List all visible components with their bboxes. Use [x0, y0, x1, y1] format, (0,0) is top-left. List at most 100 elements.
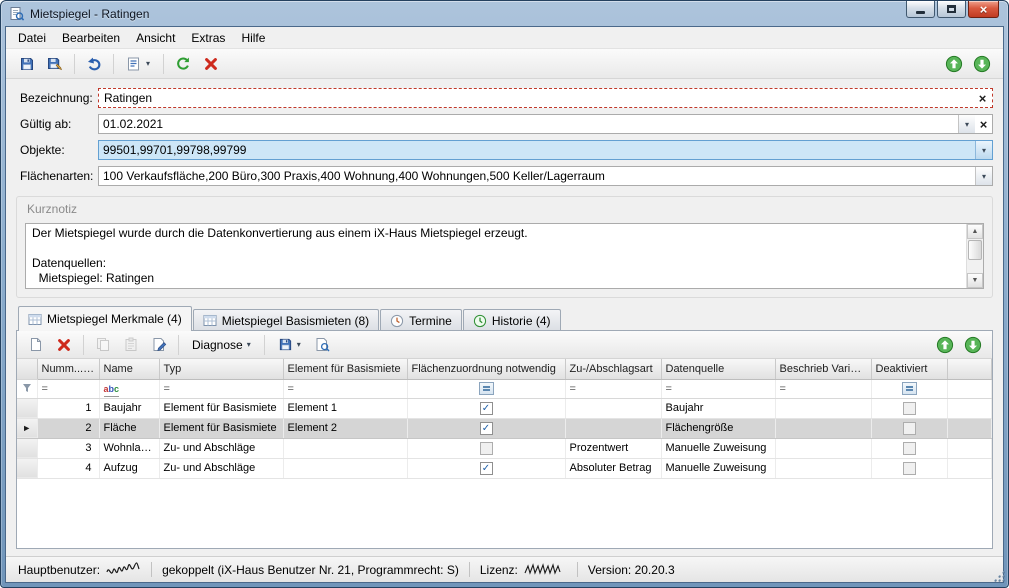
grid-cell[interactable]: Baujahr [99, 398, 159, 418]
filter-cell[interactable]: = [661, 379, 775, 398]
grid-cell[interactable]: 4 [37, 458, 99, 478]
flaechenarten-input[interactable] [99, 167, 975, 185]
grid-cell[interactable]: Manuelle Zuweisung [661, 438, 775, 458]
table-row[interactable]: 4AufzugZu- und Abschläge ✓ Absoluter Betra… [17, 458, 992, 478]
grid-cell[interactable] [283, 438, 407, 458]
filter-cell[interactable]: = [37, 379, 99, 398]
tab-historie[interactable]: Historie (4) [463, 309, 561, 331]
grid-cell[interactable] [775, 418, 871, 438]
menu-hilfe[interactable]: Hilfe [233, 28, 273, 48]
table-row[interactable]: 1BaujahrElement für BasismieteElement 1✓… [17, 398, 992, 418]
grid-cell[interactable]: ✓ [407, 398, 565, 418]
grid-cell[interactable]: Wohnlage1 [99, 438, 159, 458]
filter-cell[interactable] [407, 379, 565, 398]
column-header[interactable]: Beschrieb Variable [775, 359, 871, 379]
column-header[interactable]: Typ [159, 359, 283, 379]
grid-cell[interactable]: Aufzug [99, 458, 159, 478]
delete-record-button[interactable] [51, 333, 77, 357]
table-row[interactable]: ►2FlächeElement für BasismieteElement 2✓… [17, 418, 992, 438]
grid-cell[interactable] [775, 398, 871, 418]
diagnose-button[interactable]: Diagnose ▾ [185, 333, 258, 357]
delete-button[interactable] [198, 52, 224, 76]
tab-mietspiegel-basismieten[interactable]: Mietspiegel Basismieten (8) [193, 309, 379, 331]
nav-next-button[interactable] [969, 52, 995, 76]
grid-nav-previous-button[interactable] [932, 333, 958, 357]
refresh-button[interactable] [170, 52, 196, 76]
column-header[interactable]: Datenquelle [661, 359, 775, 379]
grid-cell[interactable]: Absoluter Betrag [565, 458, 661, 478]
grid-cell[interactable]: Element für Basismiete [159, 398, 283, 418]
dropdown-arrow-icon[interactable]: ▾ [975, 167, 992, 185]
grid-cell[interactable]: 1 [37, 398, 99, 418]
grid-cell[interactable]: 3 [37, 438, 99, 458]
checkbox[interactable]: ✓ [480, 462, 493, 475]
preview-button[interactable] [310, 333, 336, 357]
grid-cell[interactable]: Zu- und Abschläge [159, 458, 283, 478]
nav-previous-button[interactable] [941, 52, 967, 76]
grid-cell[interactable]: Prozentwert [565, 438, 661, 458]
filter-cell[interactable] [871, 379, 947, 398]
grid-cell[interactable] [871, 438, 947, 458]
grid-cell[interactable] [283, 458, 407, 478]
gueltig-ab-input[interactable] [99, 115, 958, 133]
minimize-button[interactable] [906, 1, 935, 18]
grid-cell[interactable]: Manuelle Zuweisung [661, 458, 775, 478]
grid-cell[interactable]: Baujahr [661, 398, 775, 418]
dropdown-arrow-icon[interactable]: ▾ [975, 141, 992, 159]
filter-cell[interactable]: abc [99, 379, 159, 398]
checkbox[interactable] [903, 462, 916, 475]
grid-cell[interactable] [407, 438, 565, 458]
bezeichnung-input[interactable] [100, 90, 974, 106]
menu-datei[interactable]: Datei [10, 28, 54, 48]
grid-cell[interactable]: Element 2 [283, 418, 407, 438]
scrollbar-thumb[interactable] [968, 240, 982, 260]
copy-button[interactable] [90, 333, 116, 357]
clear-icon[interactable]: × [975, 115, 992, 133]
objekte-input[interactable] [99, 141, 975, 159]
grid-cell[interactable] [871, 418, 947, 438]
grid-cell[interactable] [871, 398, 947, 418]
grid-cell[interactable] [871, 458, 947, 478]
checkbox[interactable]: ✓ [480, 422, 493, 435]
close-button[interactable]: × [968, 1, 999, 18]
grid-cell[interactable] [565, 418, 661, 438]
menu-bearbeiten[interactable]: Bearbeiten [54, 28, 128, 48]
checkbox[interactable] [903, 402, 916, 415]
grid-cell[interactable]: 2 [37, 418, 99, 438]
column-header[interactable]: Deaktiviert [871, 359, 947, 379]
grid-cell[interactable]: Zu- und Abschläge [159, 438, 283, 458]
tab-mietspiegel-merkmale[interactable]: Mietspiegel Merkmale (4) [18, 306, 192, 331]
save-button[interactable] [14, 52, 40, 76]
dropdown-arrow-icon[interactable]: ▾ [958, 115, 975, 133]
menu-ansicht[interactable]: Ansicht [128, 28, 183, 48]
grid-cell[interactable] [775, 458, 871, 478]
grid-cell[interactable]: Fläche [99, 418, 159, 438]
paste-button[interactable] [118, 333, 144, 357]
scroll-down-icon[interactable]: ▼ [967, 273, 983, 288]
checkbox[interactable] [903, 422, 916, 435]
scrollbar-track[interactable] [967, 239, 983, 273]
scrollbar[interactable]: ▲ ▼ [966, 224, 983, 288]
undo-button[interactable] [81, 52, 107, 76]
checkbox[interactable] [480, 442, 493, 455]
grid-cell[interactable]: ✓ [407, 458, 565, 478]
grid-cell[interactable] [565, 398, 661, 418]
edit-button[interactable] [146, 333, 172, 357]
column-header[interactable]: Numm...▲ [37, 359, 99, 379]
grid-cell[interactable]: Element für Basismiete [159, 418, 283, 438]
view-menu-button[interactable]: ▾ [120, 52, 157, 76]
filter-cell[interactable]: = [565, 379, 661, 398]
table-row[interactable]: 3Wohnlage1Zu- und Abschläge ProzentwertMa… [17, 438, 992, 458]
grid-cell[interactable]: Flächengröße [661, 418, 775, 438]
grid-cell[interactable]: ✓ [407, 418, 565, 438]
menu-extras[interactable]: Extras [183, 28, 233, 48]
column-header[interactable]: Name [99, 359, 159, 379]
clear-icon[interactable]: × [974, 90, 991, 106]
save-as-button[interactable] [42, 52, 68, 76]
filter-cell[interactable]: = [283, 379, 407, 398]
grid-cell[interactable] [775, 438, 871, 458]
tab-termine[interactable]: Termine [380, 309, 462, 331]
kurznotiz-textarea[interactable]: Der Mietspiegel wurde durch die Datenkon… [26, 224, 966, 288]
column-header[interactable]: Flächenzuordnung notwendig [407, 359, 565, 379]
filter-cell[interactable]: = [775, 379, 871, 398]
